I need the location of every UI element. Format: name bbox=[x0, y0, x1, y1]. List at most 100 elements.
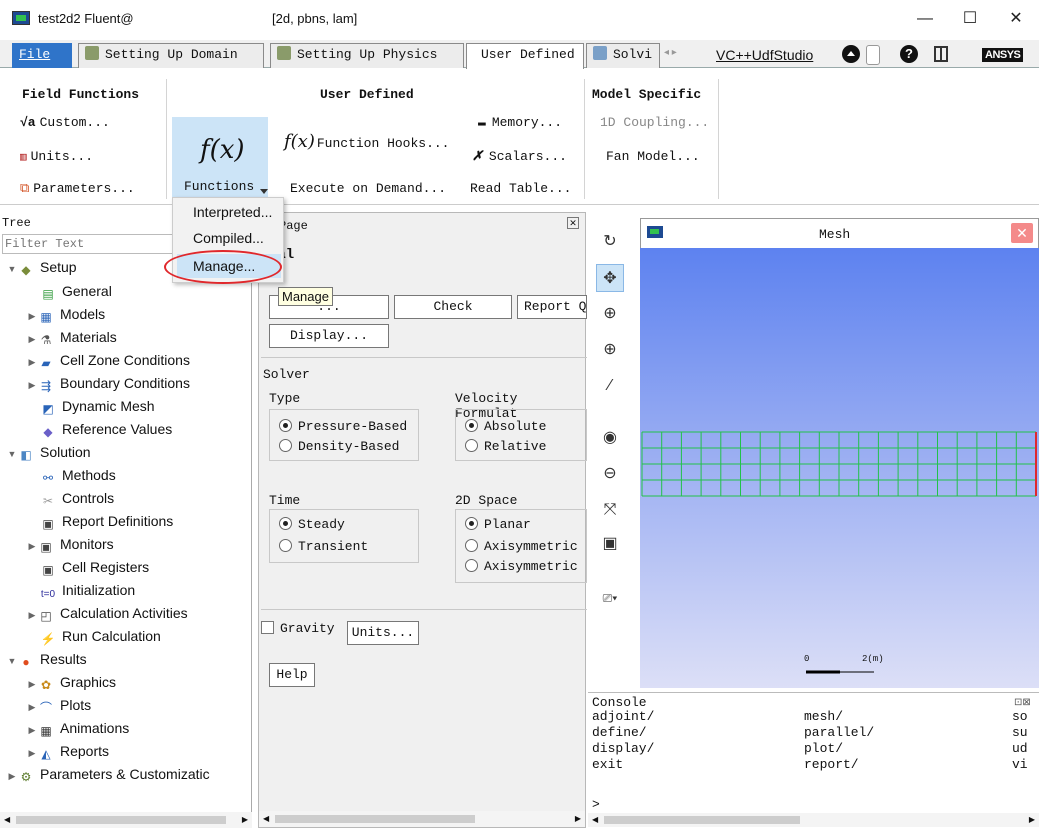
file-tab[interactable]: File bbox=[12, 43, 72, 68]
planar-radio[interactable]: Planar bbox=[465, 517, 531, 532]
mesh-tab[interactable]: Mesh ✕ bbox=[640, 218, 1039, 248]
tree-item-reports[interactable]: ▶ ◭ Reports bbox=[26, 740, 110, 764]
tree-item-models[interactable]: ▶ ▦ Models bbox=[26, 303, 106, 327]
relative-radio[interactable]: Relative bbox=[465, 439, 546, 454]
tree-item-calculation-activities[interactable]: ▶ ◰ Calculation Activities bbox=[26, 602, 188, 624]
mesh-tab-title: Mesh bbox=[819, 227, 851, 242]
expand-icon[interactable]: ▶ bbox=[26, 604, 38, 626]
tree-item-graphics[interactable]: ▶ ✿ Graphics bbox=[26, 671, 117, 695]
close-button[interactable]: ✕ bbox=[996, 6, 1036, 32]
tab-user-defined[interactable]: User Defined bbox=[466, 43, 584, 69]
maximize-button[interactable]: ☐ bbox=[950, 6, 990, 32]
expand-icon[interactable]: ▶ bbox=[26, 719, 38, 741]
zoom-in-icon[interactable]: ⊕ bbox=[596, 300, 624, 328]
parameters-button[interactable]: ⧉ Parameters... bbox=[20, 181, 135, 196]
expand-icon[interactable]: ▶ bbox=[26, 374, 38, 396]
check-button[interactable]: Check bbox=[394, 295, 512, 319]
expand-icon[interactable]: ▶ bbox=[26, 696, 38, 718]
fan-model-button[interactable]: Fan Model... bbox=[606, 149, 700, 164]
interpreted-menu-item[interactable]: Interpreted... bbox=[177, 200, 281, 224]
1d-coupling-button[interactable]: 1D Coupling... bbox=[600, 115, 709, 130]
tree-horizontal-scrollbar[interactable]: ◀ ▶ bbox=[0, 812, 252, 828]
memory-button[interactable]: ▬ Memory... bbox=[478, 115, 562, 130]
task-horizontal-scrollbar[interactable]: ◀ ▶ bbox=[259, 811, 585, 827]
tree-item-reference-values[interactable]: ◆ Reference Values bbox=[40, 418, 172, 440]
tree-item-report-definitions[interactable]: ▣ Report Definitions bbox=[40, 510, 173, 532]
tab-setting-up-physics[interactable]: Setting Up Physics bbox=[270, 43, 464, 68]
close-panel-icon[interactable]: ✕ bbox=[567, 217, 579, 229]
expand-icon[interactable]: ▶ bbox=[26, 351, 38, 373]
chevron-up-icon[interactable] bbox=[842, 45, 860, 63]
tree-item-setup[interactable]: ▼ ◆ Setup bbox=[6, 256, 77, 278]
tree-item-plots[interactable]: ▶ ⌒ Plots bbox=[26, 694, 92, 718]
console-panel-controls[interactable]: ⊡⊠ bbox=[1014, 697, 1031, 708]
expand-icon[interactable]: ▶ bbox=[6, 765, 18, 787]
expand-icon[interactable]: ▼ bbox=[6, 650, 18, 672]
report-quality-button[interactable]: Report Q bbox=[517, 295, 587, 319]
tree-item-solution[interactable]: ▼ ◧ Solution bbox=[6, 441, 91, 463]
functions-dropdown-button[interactable]: f(x) Functions bbox=[172, 117, 268, 203]
units-dialog-button[interactable]: Units... bbox=[347, 621, 419, 645]
tree-item-materials[interactable]: ▶ ⚗ Materials bbox=[26, 326, 117, 348]
compiled-menu-item[interactable]: Compiled... bbox=[177, 226, 281, 250]
tree-item-general[interactable]: ▤ General bbox=[40, 280, 111, 302]
help-icon[interactable]: ? bbox=[900, 45, 918, 63]
camera-icon[interactable]: ▣ bbox=[596, 530, 624, 558]
axisymmetric-swirl-radio[interactable]: Axisymmetric bbox=[465, 559, 578, 574]
udf-studio-menu[interactable]: VC++UdfStudio bbox=[716, 47, 813, 63]
tree-item-run-calculation[interactable]: ⚡ Run Calculation bbox=[40, 625, 161, 647]
density-based-radio[interactable]: Density-Based bbox=[279, 439, 399, 454]
expand-icon[interactable]: ▶ bbox=[26, 535, 38, 557]
axisymmetric-radio[interactable]: Axisymmetric bbox=[465, 539, 578, 554]
tree-item-parameters-customization[interactable]: ▶ ⚙ Parameters & Customizatic bbox=[6, 763, 210, 785]
pressure-based-radio[interactable]: Pressure-Based bbox=[279, 419, 407, 434]
expand-icon[interactable]: ▶ bbox=[26, 328, 38, 350]
custom-field-function-button[interactable]: √a Custom... bbox=[20, 115, 110, 130]
read-table-button[interactable]: Read Table... bbox=[470, 181, 571, 196]
tab-setting-up-domain[interactable]: Setting Up Domain bbox=[78, 43, 264, 68]
expand-icon[interactable]: ▼ bbox=[6, 258, 18, 280]
ruler-icon: ▥ bbox=[20, 152, 27, 164]
expand-icon[interactable]: ▶ bbox=[26, 673, 38, 695]
graphics-viewport[interactable]: 0 2(m) bbox=[640, 248, 1039, 688]
tree-item-cell-registers[interactable]: ▣ Cell Registers bbox=[40, 556, 149, 578]
layout-icon[interactable] bbox=[934, 46, 948, 62]
tree-item-boundary-conditions[interactable]: ▶ ⇶ Boundary Conditions bbox=[26, 372, 190, 394]
transient-radio[interactable]: Transient bbox=[279, 539, 368, 554]
tree-item-controls[interactable]: ✂ Controls bbox=[40, 487, 114, 509]
help-button[interactable]: Help bbox=[269, 663, 315, 687]
expand-icon[interactable]: ▶ bbox=[26, 742, 38, 764]
display-button[interactable]: Display... bbox=[269, 324, 389, 348]
expand-icon[interactable]: ▶ bbox=[26, 305, 38, 327]
tree-item-animations[interactable]: ▶ ▦ Animations bbox=[26, 717, 130, 741]
probe-icon[interactable]: ⁄ bbox=[596, 372, 624, 400]
tab-solving[interactable]: Solvi bbox=[586, 43, 660, 68]
absolute-radio[interactable]: Absolute bbox=[465, 419, 546, 434]
tree-item-initialization[interactable]: t=0 Initialization bbox=[40, 579, 135, 601]
tree-item-monitors[interactable]: ▶ ▣ Monitors bbox=[26, 533, 114, 555]
gravity-checkbox[interactable]: Gravity bbox=[261, 621, 335, 636]
expand-icon[interactable]: ▼ bbox=[6, 443, 18, 465]
pan-icon[interactable]: ✥ bbox=[596, 264, 624, 292]
steady-radio[interactable]: Steady bbox=[279, 517, 345, 532]
console-prompt[interactable]: > bbox=[592, 797, 600, 812]
scalars-button[interactable]: ✗ Scalars... bbox=[472, 149, 567, 164]
zoom-out-icon[interactable]: ⊖ bbox=[596, 460, 624, 488]
axes-icon[interactable]: ⤧ bbox=[596, 496, 624, 524]
tree-item-methods[interactable]: ⚯ Methods bbox=[40, 464, 116, 486]
view-options-icon[interactable]: ⎚▾ bbox=[596, 584, 624, 612]
close-tab-icon[interactable]: ✕ bbox=[1011, 223, 1033, 243]
tab-scroll-arrows[interactable]: ◂ ▸ bbox=[664, 47, 677, 58]
console-scrollbar[interactable]: ◀ ▶ bbox=[588, 813, 1039, 827]
toggle-checkbox[interactable] bbox=[866, 45, 880, 65]
zoom-box-icon[interactable]: ⊕ bbox=[596, 336, 624, 364]
tree-item-results[interactable]: ▼ ● Results bbox=[6, 648, 87, 670]
rotate-icon[interactable]: ↻ bbox=[596, 228, 624, 256]
tree-item-dynamic-mesh[interactable]: ◩ Dynamic Mesh bbox=[40, 395, 154, 417]
function-hooks-button[interactable]: f(x) Function Hooks... bbox=[284, 131, 449, 152]
execute-on-demand-button[interactable]: Execute on Demand... bbox=[290, 181, 446, 196]
tree-item-cell-zone-conditions[interactable]: ▶ ▰ Cell Zone Conditions bbox=[26, 349, 190, 371]
units-button[interactable]: ▥ Units... bbox=[20, 149, 93, 164]
minimize-button[interactable]: — bbox=[905, 6, 945, 32]
fit-icon[interactable]: ◉ bbox=[596, 424, 624, 452]
